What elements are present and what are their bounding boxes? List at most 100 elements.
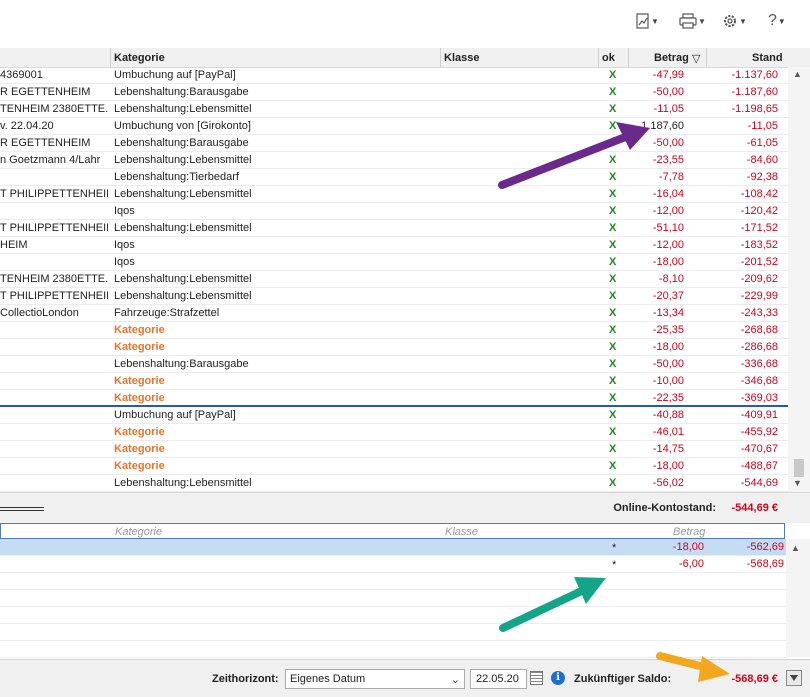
table-row[interactable]: R EGETTENHEIM Lebenshaltung:Barausgabe -50… (0, 135, 788, 152)
row-balance: -11,05 (747, 120, 778, 132)
table-row[interactable]: T PHILIPPETTENHEIM Lebenshaltung:Lebensmi… (0, 220, 788, 237)
row-ok-check[interactable]: X (609, 256, 616, 268)
bottom-bar: Zeithorizont: Eigenes Datum ⌄ 22.05.20 i… (0, 659, 810, 697)
row-category: Kategorie (114, 324, 165, 336)
row-ok-check[interactable]: X (609, 477, 616, 489)
row-ok-check[interactable]: X (609, 222, 616, 234)
table-row[interactable]: Lebenshaltung:Barausgabe X -50,00 -336,68 (0, 356, 788, 373)
row-ok-check[interactable]: X (609, 307, 616, 319)
table-row[interactable]: TENHEIM 2380ETTE... Lebenshaltung:Lebensm… (0, 271, 788, 288)
row-amount: -14,75 (652, 443, 684, 455)
table-row[interactable]: Lebenshaltung:Tierbedarf X -7,78 -92,38 (0, 169, 788, 186)
column-divider[interactable] (110, 48, 111, 67)
column-header-betrag[interactable]: Betrag (654, 52, 689, 64)
row-category: Umbuchung auf [PayPal] (114, 69, 236, 81)
table-row[interactable]: Kategorie X -22,35 -369,03 (0, 390, 788, 407)
table-row[interactable]: Kategorie X -25,35 -268,68 (0, 322, 788, 339)
scroll-up-icon[interactable]: ▲ (793, 69, 802, 79)
row-ok-check[interactable]: X (609, 273, 616, 285)
table-row[interactable]: CollectioLondon Fahrzeuge:Strafzettel X -13… (0, 305, 788, 322)
column-header-stand[interactable]: Stand (752, 52, 783, 64)
column-header-kategorie[interactable]: Kategorie (114, 52, 165, 64)
future-entry-header[interactable]: Kategorie Klasse Betrag (0, 523, 785, 539)
column-header-ok[interactable]: ok (602, 52, 615, 64)
table-row[interactable]: TENHEIM 2380ETTE... Lebenshaltung:Lebensm… (0, 101, 788, 118)
column-divider[interactable] (598, 48, 599, 67)
future-scrollbar[interactable]: ▲ (786, 539, 810, 657)
row-ok-check[interactable]: X (609, 239, 616, 251)
empty-row[interactable] (0, 624, 786, 641)
row-category: Kategorie (114, 460, 165, 472)
row-ok-check[interactable]: X (609, 205, 616, 217)
table-row[interactable]: T PHILIPPETTENHEIM Lebenshaltung:Lebensmi… (0, 186, 788, 203)
horizon-select[interactable]: Eigenes Datum ⌄ (285, 669, 465, 689)
table-row[interactable]: Kategorie X -18,00 -488,67 (0, 458, 788, 475)
print-icon (679, 13, 697, 29)
table-row[interactable]: Iqos X -12,00 -120,42 (0, 203, 788, 220)
row-ok-check[interactable]: X (609, 120, 616, 132)
table-row[interactable]: Iqos X -18,00 -201,52 (0, 254, 788, 271)
row-ok-check[interactable]: X (609, 324, 616, 336)
empty-row[interactable] (0, 641, 786, 658)
scroll-down-icon[interactable]: ▼ (793, 478, 802, 488)
table-row[interactable]: Lebenshaltung:Lebensmittel X -56,02 -544,69 (0, 475, 788, 492)
table-row[interactable]: n Goetzmann 4/Lahr Lebenshaltung:Lebensmi… (0, 152, 788, 169)
table-row[interactable]: R EGETTENHEIM Lebenshaltung:Barausgabe X -5… (0, 84, 788, 101)
row-amount: -10,00 (652, 375, 684, 387)
column-divider[interactable] (440, 48, 441, 67)
table-row[interactable]: 4369001 Umbuchung auf [PayPal] X -47,99 -1.1… (0, 67, 788, 84)
row-category: Kategorie (114, 341, 165, 353)
row-ok-check[interactable]: X (609, 103, 616, 115)
future-row[interactable]: * -18,00 -562,69 (0, 539, 786, 556)
help-button[interactable]: ? ▼ (768, 10, 786, 32)
scrollbar-thumb[interactable] (794, 459, 804, 477)
row-category: Kategorie (114, 426, 165, 438)
row-ok-check[interactable]: X (609, 341, 616, 353)
table-row[interactable]: T PHILIPPETTENHEIM Lebenshaltung:Lebensmi… (0, 288, 788, 305)
row-ok-check[interactable]: X (609, 443, 616, 455)
chart-icon (636, 13, 649, 29)
row-balance: -1.137,60 (731, 69, 778, 81)
table-row[interactable]: v. 22.04.20 Umbuchung von [Girokonto] X 1.1… (0, 118, 788, 135)
column-divider[interactable] (628, 48, 629, 67)
empty-row[interactable] (0, 590, 786, 607)
row-ok-check[interactable]: X (609, 460, 616, 472)
info-icon[interactable]: i (551, 671, 565, 685)
column-divider[interactable] (706, 48, 707, 67)
row-ok-check[interactable]: X (609, 86, 616, 98)
date-input[interactable]: 22.05.20 (470, 669, 527, 689)
row-ok-check[interactable]: X (609, 188, 616, 200)
double-underline (0, 507, 44, 511)
online-balance-bar: Online-Kontostand: -544,69 € (0, 492, 810, 523)
empty-row[interactable] (0, 607, 786, 624)
future-row[interactable]: * -6,00 -568,69 (0, 556, 786, 573)
empty-row[interactable] (0, 573, 786, 590)
expand-dropdown-button[interactable] (786, 670, 802, 686)
table-row[interactable]: Kategorie X -14,75 -470,67 (0, 441, 788, 458)
column-header-klasse[interactable]: Klasse (444, 52, 479, 64)
row-category: Lebenshaltung:Lebensmittel (114, 154, 252, 166)
transaction-scrollbar[interactable]: ▲ ▼ (788, 67, 810, 492)
table-row[interactable]: Kategorie X -18,00 -286,68 (0, 339, 788, 356)
settings-button[interactable]: ▼ (722, 10, 747, 32)
row-ok-check[interactable]: X (609, 290, 616, 302)
row-ok-check[interactable]: X (609, 426, 616, 438)
table-row[interactable]: Kategorie X -46,01 -455,92 (0, 424, 788, 441)
print-button[interactable]: ▼ (679, 10, 706, 32)
row-ok-check[interactable]: X (609, 375, 616, 387)
table-row[interactable]: Kategorie X -10,00 -346,68 (0, 373, 788, 390)
calendar-icon[interactable] (530, 671, 543, 685)
row-ok-check[interactable]: X (609, 392, 616, 404)
future-row-marker: * (612, 559, 617, 571)
table-row[interactable]: Umbuchung auf [PayPal] X -40,88 -409,91 (0, 407, 788, 424)
row-ok-check[interactable]: X (609, 171, 616, 183)
row-ok-check[interactable]: X (609, 69, 616, 81)
row-balance: -369,03 (740, 392, 778, 404)
row-ok-check[interactable]: X (609, 358, 616, 370)
row-ok-check[interactable]: X (609, 154, 616, 166)
chart-button[interactable]: ▼ (636, 10, 659, 32)
table-row[interactable]: HEIM Iqos X -12,00 -183,52 (0, 237, 788, 254)
row-ok-check[interactable]: X (609, 409, 616, 421)
scroll-up-icon[interactable]: ▲ (791, 543, 800, 553)
row-balance: -336,68 (740, 358, 778, 370)
